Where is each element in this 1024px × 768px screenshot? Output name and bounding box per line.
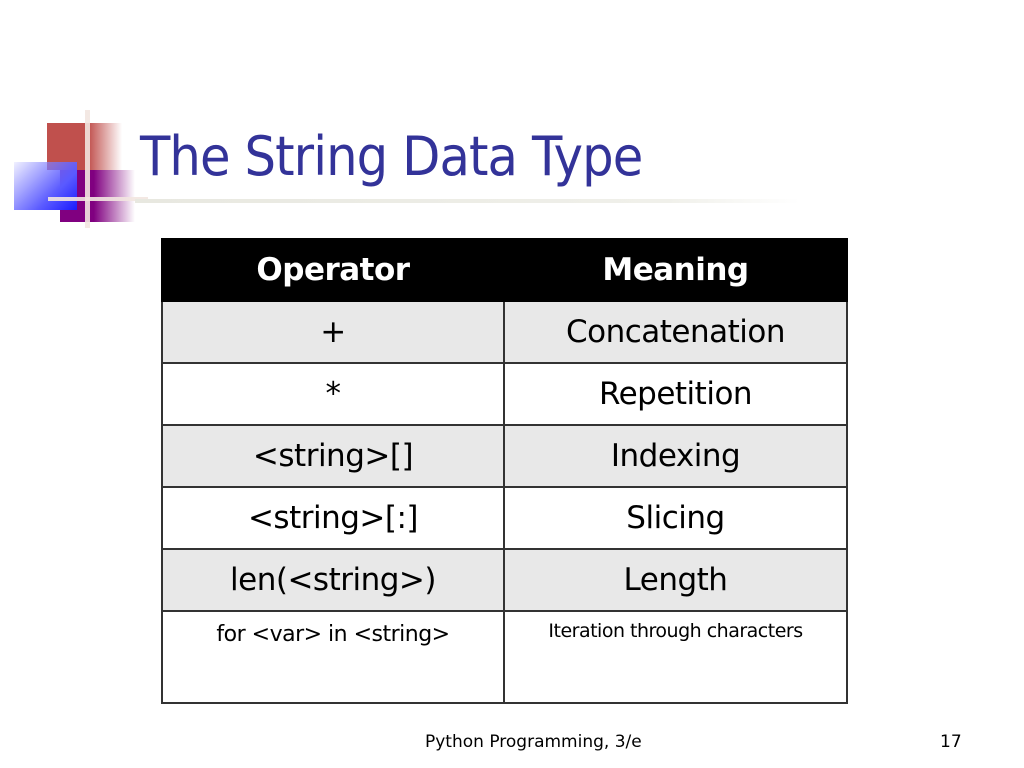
operator-cell: len(<string>) — [161, 548, 505, 612]
string-operators-table: Operator Meaning + Concatenation * Repet… — [161, 238, 848, 704]
meaning-cell: Indexing — [503, 424, 848, 488]
table-row: <string>[:] Slicing — [161, 486, 848, 550]
table-row: len(<string>) Length — [161, 548, 848, 612]
meaning-cell: Slicing — [503, 486, 848, 550]
meaning-cell: Iteration through characters — [503, 610, 848, 704]
footer-book-title: Python Programming, 3/e — [425, 732, 642, 752]
vertical-line-decoration — [85, 110, 90, 228]
page-number: 17 — [940, 732, 962, 752]
decorative-squares-logo-icon — [0, 100, 160, 240]
meaning-cell: Concatenation — [503, 300, 848, 364]
operator-cell: + — [161, 300, 505, 364]
blue-square-icon — [14, 162, 77, 210]
operator-cell: * — [161, 362, 505, 426]
meaning-cell: Length — [503, 548, 848, 612]
table-row: <string>[] Indexing — [161, 424, 848, 488]
operator-cell: <string>[] — [161, 424, 505, 488]
table-row: + Concatenation — [161, 300, 848, 364]
operator-cell: <string>[:] — [161, 486, 505, 550]
slide-title: The String Data Type — [140, 125, 643, 188]
horizontal-line-decoration — [48, 197, 148, 201]
header-meaning: Meaning — [503, 238, 848, 302]
table-row: * Repetition — [161, 362, 848, 426]
header-operator: Operator — [161, 238, 505, 302]
operator-cell: for <var> in <string> — [161, 610, 505, 704]
title-underline-divider — [135, 199, 800, 203]
table-header-row: Operator Meaning — [161, 238, 848, 302]
table-row: for <var> in <string> Iteration through … — [161, 610, 848, 704]
meaning-cell: Repetition — [503, 362, 848, 426]
